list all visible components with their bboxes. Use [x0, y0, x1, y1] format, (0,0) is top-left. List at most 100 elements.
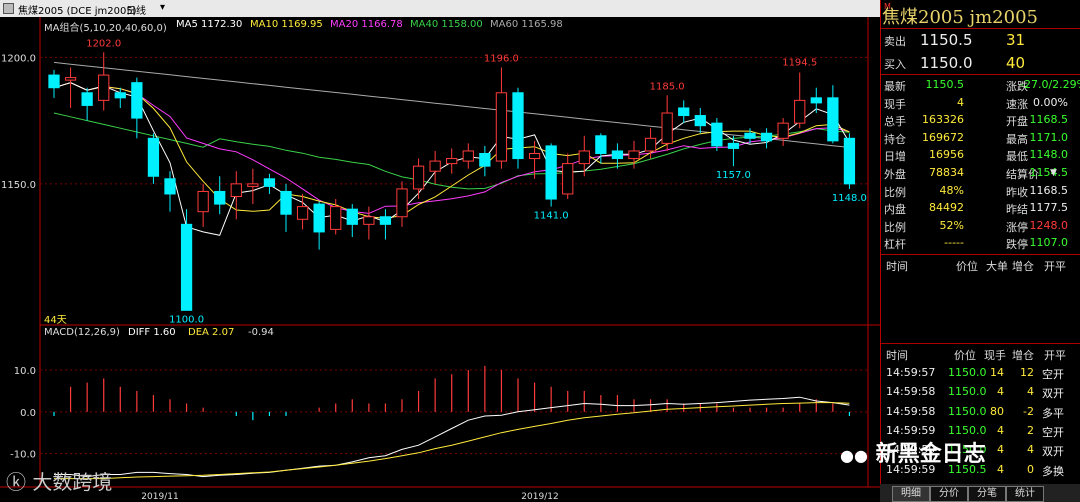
candle-body — [313, 203, 325, 233]
tab-detail[interactable]: 明细 — [892, 486, 930, 502]
candle-body — [330, 206, 342, 230]
trade-qty: 14 — [990, 366, 1004, 379]
trade-time: 14:59:57 — [886, 366, 936, 379]
days-label: 44天 — [44, 315, 67, 326]
settle-dropdown-icon[interactable]: ▼ — [1050, 168, 1057, 178]
candle-body — [711, 122, 723, 147]
quote-label: 最新 — [884, 80, 906, 93]
trade-oc: 空开 — [1042, 368, 1064, 381]
ma40-legend: MA40 1158.00 — [410, 19, 483, 30]
candle-body — [545, 145, 557, 200]
diff-legend: DIFF 1.60 — [128, 327, 176, 338]
period-dropdown-icon[interactable]: ▾ — [160, 2, 165, 13]
price-annotation: 1157.0 — [716, 170, 751, 181]
trade-oi: 4 — [1027, 385, 1034, 399]
macd-tick-label: -10.0 — [10, 450, 36, 461]
trade-time: 14:59:59 — [886, 423, 936, 437]
trade-oi: 0 — [1027, 462, 1034, 476]
quote-label: 现手 — [884, 97, 906, 111]
trade-qty: 4 — [997, 385, 1004, 399]
price-annotation: 1202.0 — [86, 38, 121, 49]
buy-label: 买入 — [884, 58, 906, 71]
app-icon — [3, 3, 14, 14]
detail-tab-bar: 明细 分价 分笔 统计 — [880, 484, 1080, 502]
watermark-2-text: 大数跨境 — [32, 470, 113, 494]
tab-ticks[interactable]: 分笔 — [968, 486, 1006, 502]
trades-header-oc: 开平 — [1044, 349, 1066, 362]
trades-header-oi: 增仓 — [1012, 349, 1034, 362]
buy-volume: 40 — [1006, 54, 1026, 72]
tab-stats[interactable]: 统计 — [1006, 486, 1044, 502]
quote-label: 比例 — [884, 185, 906, 199]
contract-title: 焦煤2005 jm2005 — [882, 7, 1038, 28]
price-tick-label: 1200.0 — [1, 53, 36, 64]
quote-value: -27.0/2.29% — [1020, 78, 1080, 91]
trade-oc: 多平 — [1042, 406, 1064, 420]
ma20-legend: MA20 1166.78 — [330, 19, 403, 30]
divider — [881, 74, 1080, 75]
ticks-header-size: 大单 — [986, 260, 1008, 273]
candle-body — [214, 190, 226, 205]
ticks-header-price: 价位 — [956, 260, 978, 273]
quote-value: 1177.5 — [1029, 201, 1069, 215]
trade-qty: 4 — [997, 423, 1004, 437]
candle-body — [180, 223, 193, 311]
price-annotation: 1141.0 — [534, 211, 569, 222]
candle-body — [595, 135, 607, 154]
quote-value: 1150.5 — [925, 78, 965, 91]
macd-value-legend: -0.94 — [248, 327, 274, 338]
divider — [881, 28, 1080, 29]
candle-body — [578, 150, 590, 165]
quote-value: 1154.5 — [1029, 166, 1069, 179]
period-selector[interactable]: 日线 — [126, 2, 146, 17]
sell-price[interactable]: 1150.5 — [920, 31, 973, 49]
watermark: ●● 新黑金日志 — [840, 436, 986, 468]
trade-time: 14:59:58 — [886, 404, 936, 418]
candle-body — [843, 137, 856, 185]
candle-body — [562, 163, 574, 195]
quote-value: 52% — [939, 218, 964, 232]
candle-body — [827, 97, 839, 142]
candle-body — [230, 183, 242, 198]
quote-label: 总手 — [884, 115, 906, 129]
k-logo-icon: ⓚ — [6, 470, 26, 494]
price-annotation: 1194.5 — [782, 57, 817, 68]
candle-body — [147, 137, 160, 177]
candle-body — [744, 132, 756, 139]
candle-body — [777, 122, 789, 139]
trade-oi: -2 — [1023, 404, 1034, 418]
quote-label: 比例 — [884, 220, 906, 234]
watermark-2: ⓚ 大数跨境 — [6, 466, 112, 495]
kline-chart-svg[interactable]: 1200.0 1150.0 10.0 0.0 -10.0 2019/11 2019/12 12… — [0, 17, 880, 502]
candle-body — [727, 142, 740, 149]
buy-price[interactable]: 1150.0 — [920, 54, 973, 72]
candle-body — [64, 77, 77, 81]
candle-body — [479, 152, 491, 167]
candle-body — [280, 190, 292, 215]
candle-body — [694, 115, 706, 127]
candle-body — [114, 92, 126, 99]
price-annotation: 1148.0 — [832, 193, 867, 204]
trades-header-price: 价位 — [954, 349, 976, 362]
trade-oc: 多换 — [1042, 464, 1064, 478]
candle-body — [346, 208, 358, 225]
candle-body — [512, 92, 524, 160]
candle-body — [810, 97, 822, 104]
quote-label: 日增 — [884, 150, 906, 164]
kline-chart-area[interactable]: 1200.0 1150.0 10.0 0.0 -10.0 2019/11 2019/12 12… — [0, 17, 880, 502]
macd-legend: MACD(12,26,9) — [44, 327, 120, 338]
divider — [881, 254, 1080, 255]
candle-body — [528, 152, 541, 160]
trade-oc: 双开 — [1042, 445, 1064, 459]
candle-body — [611, 150, 624, 160]
price-annotation: 1100.0 — [169, 314, 204, 325]
ma10-legend: MA10 1169.95 — [250, 19, 323, 30]
macd-tick-label: 10.0 — [14, 366, 36, 377]
candle-body — [446, 158, 458, 165]
tab-price[interactable]: 分价 — [930, 486, 968, 502]
quote-value: 1148.0 — [1029, 148, 1069, 162]
quote-label: 杠杆 — [884, 238, 906, 252]
quote-label: 外盘 — [884, 168, 906, 181]
trade-oc: 空开 — [1042, 425, 1064, 439]
trade-oi: 4 — [1027, 443, 1034, 457]
